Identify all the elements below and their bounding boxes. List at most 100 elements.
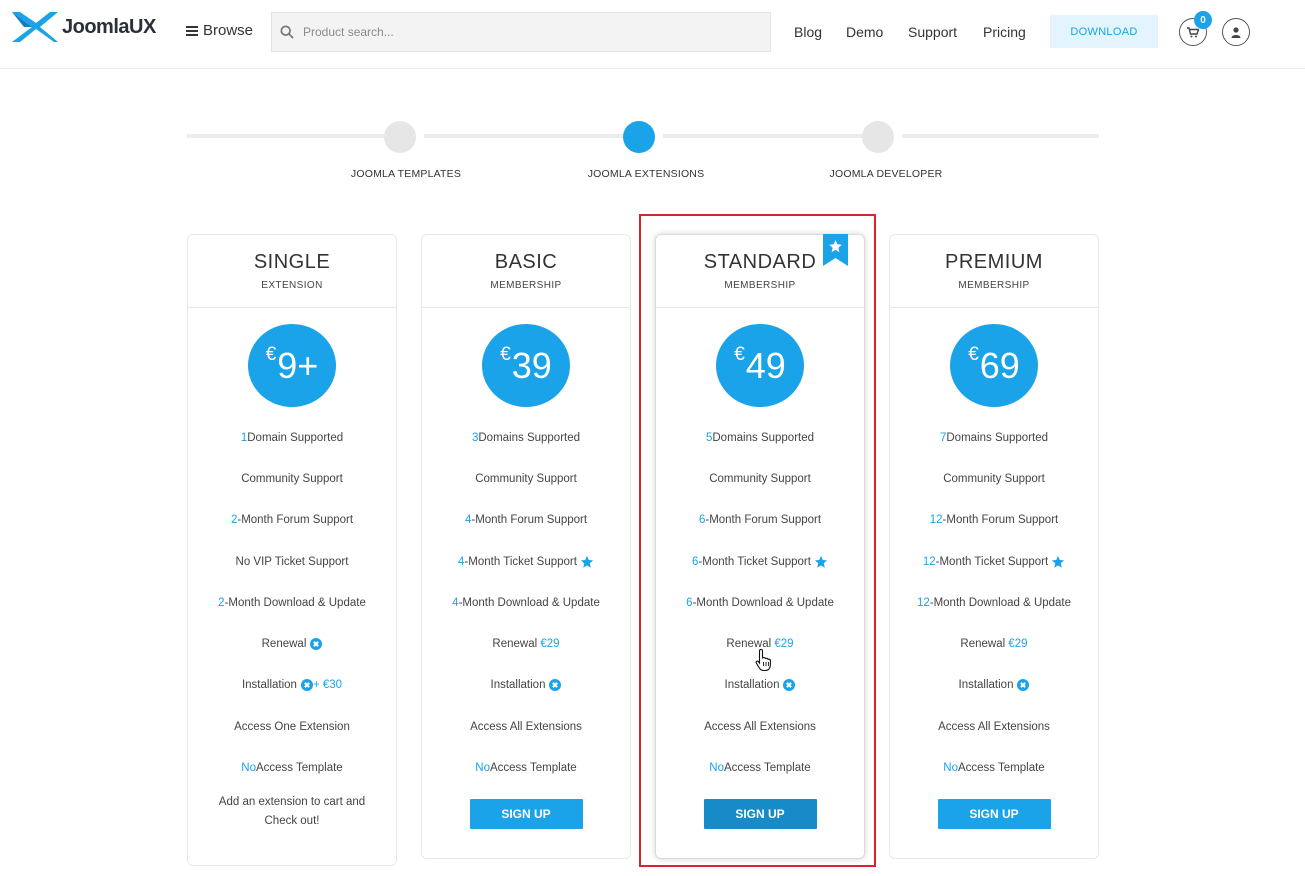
plan-name: BASIC: [494, 251, 558, 273]
account-button[interactable]: [1222, 18, 1250, 46]
card-header: PREMIUM MEMBERSHIP: [890, 235, 1098, 308]
signup-button-standard[interactable]: SIGN UP: [703, 798, 817, 829]
feature-renewal: Renewal €29: [960, 638, 1028, 651]
plan-subtitle: MEMBERSHIP: [958, 280, 1030, 291]
user-icon: [1231, 26, 1241, 38]
price-circle: € 69: [950, 324, 1038, 407]
feature-list: 1 Domain Supported Community Support 2 -…: [188, 417, 396, 789]
plan-subtitle: EXTENSION: [261, 280, 323, 291]
pricing-card-standard: STANDARD MEMBERSHIP € 49 5 Domains Suppo…: [655, 234, 865, 859]
single-footer-note: Add an extension to cart and Check out!: [218, 795, 366, 827]
feature-list: 3 Domains Supported Community Support 4-…: [422, 417, 630, 789]
stepper-track-1: [187, 134, 384, 138]
feature-template: No Access Template: [943, 762, 1045, 775]
feature-renewal: Renewal €29: [492, 638, 560, 651]
search-icon: [280, 25, 294, 39]
not-included-icon: [549, 679, 562, 692]
pricing-card-premium: PREMIUM MEMBERSHIP € 69 7 Domains Suppor…: [889, 234, 1099, 859]
feature-access: Access All Extensions: [704, 720, 816, 733]
feature-download: 4 -Month Download & Update: [452, 596, 600, 609]
browse-menu-button[interactable]: Browse: [186, 22, 253, 39]
search-input[interactable]: [303, 25, 743, 39]
feature-access: Access All Extensions: [938, 720, 1050, 733]
plan-subtitle: MEMBERSHIP: [490, 280, 562, 291]
feature-domains: 3 Domains Supported: [471, 431, 581, 444]
signup-button-basic[interactable]: SIGN UP: [469, 798, 583, 829]
star-icon: [1052, 555, 1065, 568]
price-currency: €: [734, 344, 745, 365]
card-header: SINGLE EXTENSION: [188, 235, 396, 308]
price-amount: 69: [979, 344, 1020, 386]
price-amount: 39: [511, 344, 552, 386]
feature-community: Community Support: [475, 472, 577, 485]
download-button[interactable]: DOWNLOAD: [1050, 15, 1158, 48]
logo-x-icon: [12, 12, 58, 42]
signup-button-premium[interactable]: SIGN UP: [937, 798, 1051, 829]
stepper-track-3: [663, 134, 862, 138]
step-label-developer[interactable]: JOOMLA DEVELOPER: [786, 168, 986, 180]
step-label-templates[interactable]: JOOMLA TEMPLATES: [306, 168, 506, 180]
feature-community: Community Support: [709, 472, 811, 485]
feature-installation: Installation: [890, 665, 1098, 706]
feature-list: 7 Domains Supported Community Support 12…: [890, 417, 1098, 789]
star-icon: [814, 555, 828, 568]
feature-community: Community Support: [241, 472, 343, 485]
feature-forum: 6 -Month Forum Support: [698, 514, 822, 527]
stepper-track-4: [902, 134, 1099, 138]
not-included-icon: [300, 679, 313, 692]
feature-ticket: 4 -Month Ticket Support: [422, 541, 630, 582]
not-included-icon: [783, 679, 796, 692]
price-amount: 9+: [277, 344, 319, 386]
stepper-track-2: [424, 134, 623, 138]
nav-demo[interactable]: Demo: [846, 24, 883, 40]
hand-pointer-cursor-icon: [755, 648, 771, 672]
feature-domains: 1 Domain Supported: [240, 431, 344, 444]
product-search-box[interactable]: [271, 12, 771, 52]
price-currency: €: [968, 344, 979, 365]
star-icon: [580, 555, 594, 568]
site-header: JoomlaUX Browse Blog Demo Support Pricin…: [0, 0, 1305, 69]
feature-ticket: 6 -Month Ticket Support: [656, 541, 864, 582]
nav-pricing[interactable]: Pricing: [983, 24, 1026, 40]
card-header: BASIC MEMBERSHIP: [422, 235, 630, 308]
feature-template: No Access Template: [709, 762, 811, 775]
pricing-card-single: SINGLE EXTENSION € 9+ 1 Domain Supported…: [187, 234, 397, 866]
feature-community: Community Support: [943, 472, 1045, 485]
feature-ticket: 12 -Month Ticket Support: [890, 541, 1098, 582]
feature-installation: Installation: [422, 665, 630, 706]
joomlaux-logo[interactable]: JoomlaUX: [10, 9, 156, 45]
feature-renewal: Renewal: [188, 623, 396, 664]
price-circle: € 49: [716, 324, 804, 407]
step-label-extensions[interactable]: JOOMLA EXTENSIONS: [546, 168, 746, 180]
feature-ticket: No VIP Ticket Support: [235, 555, 349, 568]
feature-download: 12 -Month Download & Update: [916, 596, 1072, 609]
plan-subtitle: MEMBERSHIP: [724, 280, 796, 291]
price-circle: € 9+: [248, 324, 336, 407]
plan-name: PREMIUM: [945, 251, 1043, 273]
feature-forum: 2 -Month Forum Support: [230, 514, 354, 527]
feature-access: Access One Extension: [234, 720, 350, 733]
feature-template: No Access Template: [475, 762, 577, 775]
step-dot-templates[interactable]: [384, 121, 416, 153]
nav-blog[interactable]: Blog: [794, 24, 822, 40]
feature-forum: 12 -Month Forum Support: [929, 514, 1059, 527]
feature-forum: 4 -Month Forum Support: [464, 514, 588, 527]
step-dot-extensions[interactable]: [623, 121, 655, 153]
cart-count-badge: 0: [1194, 11, 1212, 29]
price-amount: 49: [745, 344, 786, 386]
logo-text: JoomlaUX: [62, 15, 156, 38]
plan-name: SINGLE: [253, 251, 331, 273]
price-currency: €: [265, 344, 277, 365]
feature-download: 6 -Month Download & Update: [686, 596, 834, 609]
nav-support[interactable]: Support: [908, 24, 957, 40]
feature-installation: Installation + €30: [241, 679, 343, 692]
cart-icon: [1187, 26, 1199, 37]
feature-template: No Access Template: [241, 762, 343, 775]
feature-domains: 5 Domains Supported: [705, 431, 815, 444]
pricing-card-basic: BASIC MEMBERSHIP € 39 3 Domains Supporte…: [421, 234, 631, 859]
not-included-icon: [1017, 679, 1030, 692]
not-included-icon: [310, 638, 323, 651]
feature-download: 2 -Month Download & Update: [218, 596, 366, 609]
hamburger-icon: [186, 25, 198, 36]
step-dot-developer[interactable]: [862, 121, 894, 153]
